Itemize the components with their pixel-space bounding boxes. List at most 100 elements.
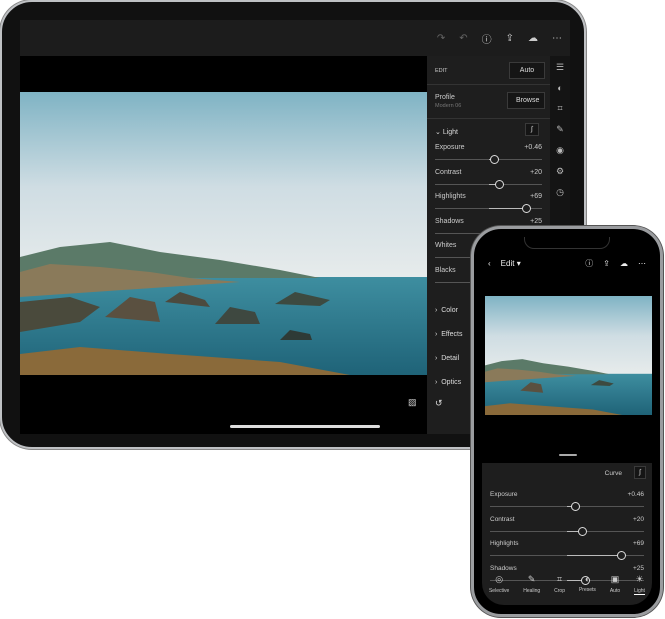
slider-knob[interactable]: [570, 502, 580, 511]
section-label: Color: [441, 307, 458, 314]
iphone-screen: ‹ Edit ▾ ⓘ ⇪ ☁ ⋯ Curve ∫ Exposure +0.46 Co…: [482, 237, 652, 605]
section-detail[interactable]: › Detail: [435, 355, 459, 362]
versions-icon[interactable]: ⚙: [556, 166, 564, 177]
section-label: Detail: [441, 355, 460, 362]
tool-presets[interactable]: ◐ Presets: [579, 574, 596, 595]
share-icon[interactable]: ⇪: [506, 33, 514, 44]
crop-icon: ⌗: [557, 574, 563, 584]
notch: [524, 237, 610, 249]
tool-label: Auto: [609, 588, 621, 594]
photo-canvas[interactable]: [485, 296, 652, 415]
slider-track[interactable]: [435, 204, 542, 213]
tool-label: Crop: [554, 588, 565, 594]
top-toolbar: ↷ ↶ ⓘ ⇪ ☁ ⋯: [20, 20, 570, 56]
more-icon[interactable]: ⋯: [552, 33, 562, 44]
slider-label: Exposure: [435, 144, 465, 151]
slider-track[interactable]: [435, 179, 542, 189]
slider-track[interactable]: [490, 551, 644, 560]
tool-healing[interactable]: ✎ Healing: [523, 574, 540, 595]
coastline-photo: [20, 92, 427, 375]
browse-button[interactable]: Browse: [507, 92, 545, 109]
panel-drag-handle[interactable]: [559, 454, 577, 456]
profile-value[interactable]: Modern 06: [435, 103, 461, 109]
edit-panel: Curve ∫ Exposure +0.46 Contrast +20 Highligh…: [482, 463, 652, 605]
slider-label: Whites: [435, 242, 457, 249]
presets-icon[interactable]: ◐: [557, 83, 562, 93]
cloud-sync-icon[interactable]: ☁: [620, 259, 628, 268]
tool-auto[interactable]: ▣ Auto: [610, 574, 620, 595]
coastline-photo: [485, 296, 652, 415]
selective-icon[interactable]: ◉: [556, 145, 564, 156]
tool-label: Healing: [523, 588, 541, 594]
photo-canvas[interactable]: [20, 92, 427, 375]
section-label: Effects: [441, 331, 463, 338]
healing-icon[interactable]: ✎: [556, 124, 564, 135]
slider-highlights[interactable]: Highlights +69: [435, 193, 542, 213]
tool-bar: ◎ Selective ✎ Healing ⌗ Crop ◐ Presets ▣ Auto ☀ Lig…: [482, 574, 652, 595]
slider-exposure[interactable]: Exposure +0.46: [490, 491, 644, 511]
reset-icon[interactable]: ↺: [435, 398, 443, 409]
tool-label: Light: [634, 588, 645, 594]
slider-knob[interactable]: [578, 526, 588, 536]
slider-label: Exposure: [490, 491, 518, 498]
slider-highlights[interactable]: Highlights +69: [490, 540, 644, 560]
slider-track[interactable]: [490, 526, 644, 536]
tool-label: Selective: [488, 588, 510, 594]
section-optics[interactable]: › Optics: [435, 379, 461, 386]
slider-label: Contrast: [490, 515, 515, 523]
section-effects[interactable]: › Effects: [435, 331, 463, 338]
slider-track[interactable]: [490, 502, 644, 511]
light-section-header[interactable]: ⌄ Light: [435, 128, 458, 136]
history-icon[interactable]: ◷: [556, 187, 564, 198]
edit-title: Edit: [500, 258, 515, 268]
more-icon[interactable]: ⋯: [638, 259, 646, 268]
undo-icon[interactable]: ↶: [459, 33, 467, 44]
slider-knob[interactable]: [616, 551, 626, 560]
slider-label: Highlights: [490, 540, 519, 547]
auto-button[interactable]: Auto: [509, 62, 545, 79]
chevron-down-icon: ⌄: [435, 129, 443, 136]
slider-label: Shadows: [490, 564, 517, 572]
auto-icon: ▣: [610, 574, 620, 584]
light-label: Light: [442, 129, 458, 136]
iphone-toolbar: ‹ Edit ▾ ⓘ ⇪ ☁ ⋯: [482, 255, 652, 271]
tool-label: Presets: [578, 587, 596, 593]
slider-contrast[interactable]: Contrast +20: [490, 515, 644, 536]
share-icon[interactable]: ⇪: [603, 259, 610, 268]
help-icon[interactable]: ⓘ: [482, 31, 492, 46]
help-icon[interactable]: ⓘ: [585, 258, 593, 269]
slider-knob[interactable]: [521, 204, 531, 213]
back-icon[interactable]: ‹: [488, 259, 491, 268]
redo-icon[interactable]: ↷: [437, 33, 445, 44]
slider-knob[interactable]: [489, 155, 499, 164]
slider-knob[interactable]: [495, 179, 505, 189]
slider-value: +69: [530, 193, 542, 200]
section-color[interactable]: › Color: [435, 307, 458, 314]
edit-label: EDIT: [435, 68, 448, 74]
curve-label: Curve: [604, 470, 622, 477]
tool-crop[interactable]: ⌗ Crop: [554, 574, 565, 595]
slider-contrast[interactable]: Contrast +20: [435, 168, 542, 189]
cloud-sync-icon[interactable]: ☁: [528, 33, 538, 44]
selective-icon: ◎: [495, 574, 504, 584]
slider-value: +0.46: [627, 491, 644, 498]
curve-icon[interactable]: ∫: [634, 466, 646, 479]
slider-exposure[interactable]: Exposure +0.46: [435, 144, 542, 164]
section-label: Optics: [441, 379, 462, 386]
crop-icon[interactable]: ⌗: [557, 103, 562, 114]
compare-icon[interactable]: ▨: [408, 397, 417, 408]
slider-label: Shadows: [435, 217, 464, 225]
tool-light[interactable]: ☀ Light: [634, 574, 645, 595]
edit-menu[interactable]: Edit ▾: [501, 259, 521, 268]
slider-value: +25: [632, 564, 644, 572]
presets-icon: ◐: [584, 574, 591, 584]
slider-value: +20: [530, 168, 542, 176]
tool-selective[interactable]: ◎ Selective: [489, 574, 509, 595]
curve-icon[interactable]: ∫: [525, 123, 539, 136]
adjust-icon[interactable]: ☰: [556, 62, 564, 73]
iphone-device: ‹ Edit ▾ ⓘ ⇪ ☁ ⋯ Curve ∫ Exposure +0.46 Co…: [471, 226, 663, 617]
slider-value: +20: [632, 515, 644, 523]
profile-label: Profile: [435, 94, 455, 101]
slider-track[interactable]: [435, 155, 542, 164]
slider-label: Highlights: [435, 193, 466, 200]
